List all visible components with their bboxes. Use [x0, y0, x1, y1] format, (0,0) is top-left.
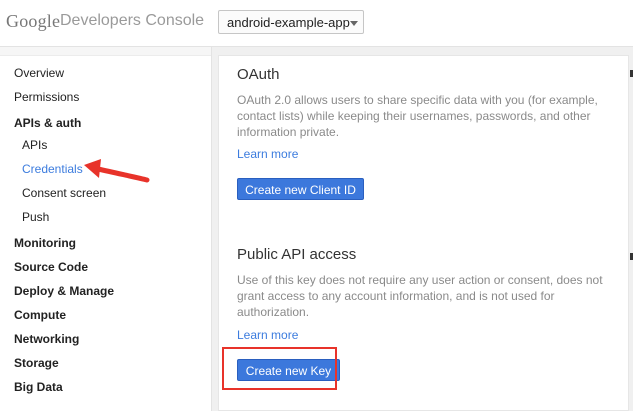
sidebar-item-overview[interactable]: Overview: [14, 66, 64, 80]
caret-down-icon: [350, 21, 358, 26]
sidebar: Overview Permissions APIs & auth APIs Cr…: [0, 47, 212, 412]
public-api-title: Public API access: [237, 246, 357, 263]
sidebar-item-permissions[interactable]: Permissions: [14, 90, 79, 104]
sidebar-item-compute[interactable]: Compute: [14, 308, 66, 322]
annotation-highlight-box: [222, 347, 337, 390]
project-selector[interactable]: android-example-app: [218, 10, 364, 34]
sidebar-item-consent-screen[interactable]: Consent screen: [22, 186, 106, 200]
oauth-description: OAuth 2.0 allows users to share specific…: [237, 93, 598, 139]
sidebar-item-apis-auth[interactable]: APIs & auth: [14, 116, 81, 130]
sidebar-item-deploy-manage[interactable]: Deploy & Manage: [14, 284, 114, 298]
sidebar-item-credentials[interactable]: Credentials: [22, 162, 83, 176]
public-api-description: Use of this key does not require any use…: [237, 273, 603, 319]
sidebar-item-apis[interactable]: APIs: [22, 138, 47, 152]
oauth-title: OAuth: [237, 66, 280, 83]
sidebar-item-source-code[interactable]: Source Code: [14, 260, 88, 274]
sidebar-nav: Overview Permissions APIs & auth APIs Cr…: [0, 55, 211, 412]
sidebar-item-push[interactable]: Push: [22, 210, 49, 224]
top-header: Google Developers Console android-exampl…: [0, 0, 633, 47]
google-logo[interactable]: Google: [6, 11, 60, 32]
create-client-id-button[interactable]: Create new Client ID: [237, 178, 364, 200]
project-name: android-example-app: [227, 15, 350, 30]
sidebar-item-monitoring[interactable]: Monitoring: [14, 236, 76, 250]
public-api-learn-more-link[interactable]: Learn more: [237, 328, 298, 342]
sidebar-item-big-data[interactable]: Big Data: [14, 380, 63, 394]
sidebar-item-networking[interactable]: Networking: [14, 332, 79, 346]
oauth-learn-more-link[interactable]: Learn more: [237, 147, 298, 161]
console-title[interactable]: Developers Console: [60, 12, 204, 30]
sidebar-item-storage[interactable]: Storage: [14, 356, 59, 370]
